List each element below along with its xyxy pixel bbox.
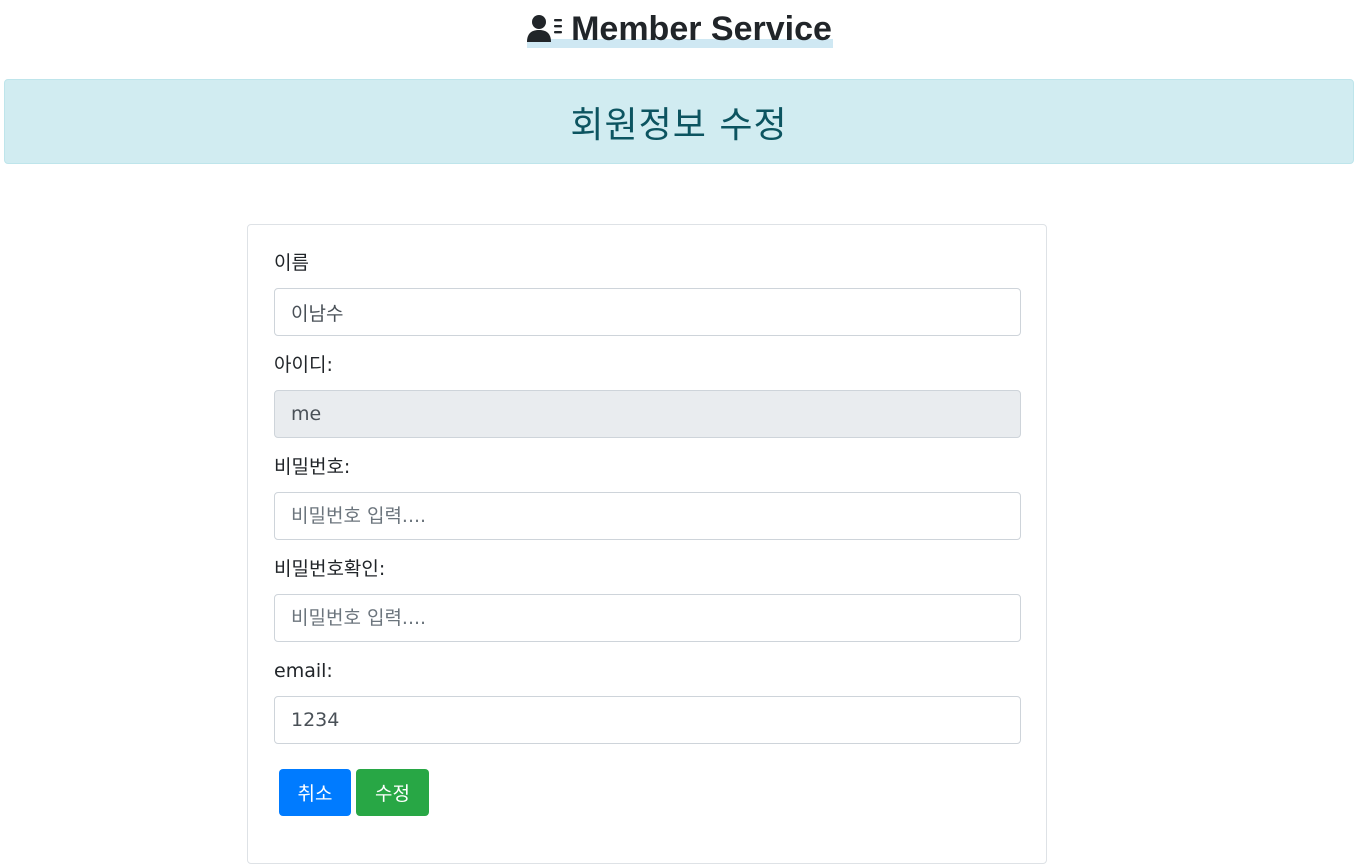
email-field-group: email: xyxy=(274,657,1021,744)
email-input[interactable] xyxy=(274,696,1021,744)
userid-label: 아이디: xyxy=(274,354,333,376)
page-title: 회원정보 수정 xyxy=(570,104,788,146)
email-label: email: xyxy=(274,660,333,682)
member-edit-form: 이름 아이디: 비밀번호: 비밀번호확인: email: 취소 수정 xyxy=(247,224,1047,864)
userid-field-group: 아이디: xyxy=(274,351,1021,438)
userid-input xyxy=(274,390,1021,438)
password-input[interactable] xyxy=(274,492,1021,540)
site-header: Member Service xyxy=(0,0,1360,79)
name-field-group: 이름 xyxy=(274,249,1021,336)
password-confirm-input[interactable] xyxy=(274,594,1021,642)
cancel-button[interactable]: 취소 xyxy=(279,769,351,816)
user-list-icon xyxy=(527,14,563,44)
password-label: 비밀번호: xyxy=(274,456,351,478)
name-input[interactable] xyxy=(274,288,1021,336)
password-field-group: 비밀번호: xyxy=(274,453,1021,540)
name-label: 이름 xyxy=(274,252,309,274)
password-confirm-label: 비밀번호확인: xyxy=(274,558,386,580)
submit-button[interactable]: 수정 xyxy=(356,769,429,816)
brand-link[interactable]: Member Service xyxy=(527,10,833,48)
page-banner: 회원정보 수정 xyxy=(4,79,1354,164)
brand-title: Member Service xyxy=(571,10,832,48)
password-confirm-field-group: 비밀번호확인: xyxy=(274,555,1021,642)
form-buttons: 취소 수정 xyxy=(274,769,1020,816)
